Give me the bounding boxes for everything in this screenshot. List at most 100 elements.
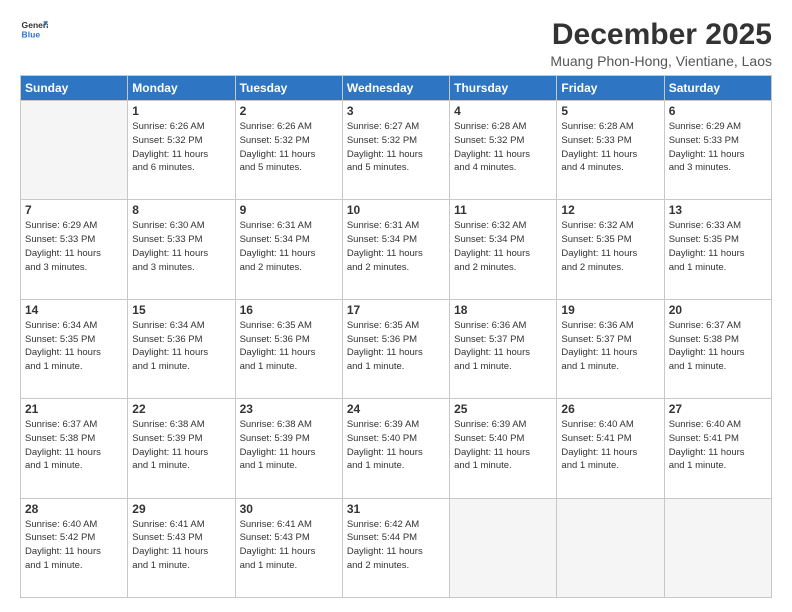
day-detail: Sunrise: 6:31 AM Sunset: 5:34 PM Dayligh… bbox=[347, 219, 445, 274]
day-number: 29 bbox=[132, 502, 230, 516]
day-detail: Sunrise: 6:39 AM Sunset: 5:40 PM Dayligh… bbox=[347, 418, 445, 473]
day-number: 31 bbox=[347, 502, 445, 516]
day-detail: Sunrise: 6:27 AM Sunset: 5:32 PM Dayligh… bbox=[347, 120, 445, 175]
day-cell: 9Sunrise: 6:31 AM Sunset: 5:34 PM Daylig… bbox=[235, 200, 342, 299]
day-number: 19 bbox=[561, 303, 659, 317]
day-detail: Sunrise: 6:28 AM Sunset: 5:32 PM Dayligh… bbox=[454, 120, 552, 175]
day-number: 15 bbox=[132, 303, 230, 317]
day-detail: Sunrise: 6:32 AM Sunset: 5:35 PM Dayligh… bbox=[561, 219, 659, 274]
day-detail: Sunrise: 6:41 AM Sunset: 5:43 PM Dayligh… bbox=[132, 518, 230, 573]
day-cell: 27 Sunrise: 6:40 AM Sunset: 5:41 PM Dayli… bbox=[664, 399, 771, 498]
col-wednesday: Wednesday bbox=[342, 76, 449, 101]
title-block: December 2025 Muang Phon-Hong, Vientiane… bbox=[550, 18, 772, 69]
day-detail: Sunrise: 6:40 AM Sunset: 5:42 PM Dayligh… bbox=[25, 518, 123, 573]
col-saturday: Saturday bbox=[664, 76, 771, 101]
day-cell bbox=[557, 498, 664, 597]
week-row-1: 7 Sunrise: 6:29 AM Sunset: 5:33 PM Daylig… bbox=[21, 200, 772, 299]
day-number: 20 bbox=[669, 303, 767, 317]
day-cell: 7 Sunrise: 6:29 AM Sunset: 5:33 PM Daylig… bbox=[21, 200, 128, 299]
day-number: 10 bbox=[347, 203, 445, 217]
day-cell: 20 Sunrise: 6:37 AM Sunset: 5:38 PM Dayli… bbox=[664, 299, 771, 398]
day-detail: Sunrise: 6:40 AM Sunset: 5:41 PM Dayligh… bbox=[669, 418, 767, 473]
day-cell: 25 Sunrise: 6:39 AM Sunset: 5:40 PM Dayli… bbox=[450, 399, 557, 498]
day-detail: Sunrise: 6:26 AM Sunset: 5:32 PM Dayligh… bbox=[132, 120, 230, 175]
day-detail: Sunrise: 6:33 AM Sunset: 5:35 PM Dayligh… bbox=[669, 219, 767, 274]
day-cell bbox=[21, 101, 128, 200]
day-cell: 17 Sunrise: 6:35 AM Sunset: 5:36 PM Dayli… bbox=[342, 299, 449, 398]
day-detail: Sunrise: 6:42 AM Sunset: 5:44 PM Dayligh… bbox=[347, 518, 445, 573]
day-cell: 16 Sunrise: 6:35 AM Sunset: 5:36 PM Dayli… bbox=[235, 299, 342, 398]
day-number: 24 bbox=[347, 402, 445, 416]
day-cell: 23 Sunrise: 6:38 AM Sunset: 5:39 PM Dayli… bbox=[235, 399, 342, 498]
day-cell: 14 Sunrise: 6:34 AM Sunset: 5:35 PM Dayli… bbox=[21, 299, 128, 398]
day-number: 23 bbox=[240, 402, 338, 416]
day-detail: Sunrise: 6:30 AM Sunset: 5:33 PM Dayligh… bbox=[132, 219, 230, 274]
day-detail: Sunrise: 6:31 AM Sunset: 5:34 PM Dayligh… bbox=[240, 219, 338, 274]
day-number: 7 bbox=[25, 203, 123, 217]
day-detail: Sunrise: 6:36 AM Sunset: 5:37 PM Dayligh… bbox=[561, 319, 659, 374]
day-number: 6 bbox=[669, 104, 767, 118]
day-cell: 28 Sunrise: 6:40 AM Sunset: 5:42 PM Dayli… bbox=[21, 498, 128, 597]
day-cell: 11 Sunrise: 6:32 AM Sunset: 5:34 PM Dayli… bbox=[450, 200, 557, 299]
week-row-0: 1 Sunrise: 6:26 AM Sunset: 5:32 PM Daylig… bbox=[21, 101, 772, 200]
day-cell: 13 Sunrise: 6:33 AM Sunset: 5:35 PM Dayli… bbox=[664, 200, 771, 299]
col-monday: Monday bbox=[128, 76, 235, 101]
day-number: 21 bbox=[25, 402, 123, 416]
day-number: 17 bbox=[347, 303, 445, 317]
day-number: 3 bbox=[347, 104, 445, 118]
logo-icon: General Blue bbox=[20, 18, 48, 40]
day-detail: Sunrise: 6:38 AM Sunset: 5:39 PM Dayligh… bbox=[132, 418, 230, 473]
day-cell: 12 Sunrise: 6:32 AM Sunset: 5:35 PM Dayli… bbox=[557, 200, 664, 299]
location: Muang Phon-Hong, Vientiane, Laos bbox=[550, 53, 772, 69]
day-number: 11 bbox=[454, 203, 552, 217]
day-cell: 26Sunrise: 6:40 AM Sunset: 5:41 PM Dayli… bbox=[557, 399, 664, 498]
day-detail: Sunrise: 6:26 AM Sunset: 5:32 PM Dayligh… bbox=[240, 120, 338, 175]
day-number: 28 bbox=[25, 502, 123, 516]
day-cell: 6Sunrise: 6:29 AM Sunset: 5:33 PM Daylig… bbox=[664, 101, 771, 200]
week-row-3: 21Sunrise: 6:37 AM Sunset: 5:38 PM Dayli… bbox=[21, 399, 772, 498]
day-detail: Sunrise: 6:29 AM Sunset: 5:33 PM Dayligh… bbox=[25, 219, 123, 274]
day-number: 30 bbox=[240, 502, 338, 516]
day-detail: Sunrise: 6:38 AM Sunset: 5:39 PM Dayligh… bbox=[240, 418, 338, 473]
page: General Blue December 2025 Muang Phon-Ho… bbox=[0, 0, 792, 612]
day-number: 16 bbox=[240, 303, 338, 317]
col-tuesday: Tuesday bbox=[235, 76, 342, 101]
day-cell: 19 Sunrise: 6:36 AM Sunset: 5:37 PM Dayli… bbox=[557, 299, 664, 398]
col-friday: Friday bbox=[557, 76, 664, 101]
day-cell bbox=[450, 498, 557, 597]
day-detail: Sunrise: 6:40 AM Sunset: 5:41 PM Dayligh… bbox=[561, 418, 659, 473]
day-cell: 15Sunrise: 6:34 AM Sunset: 5:36 PM Dayli… bbox=[128, 299, 235, 398]
day-number: 1 bbox=[132, 104, 230, 118]
day-cell: 18Sunrise: 6:36 AM Sunset: 5:37 PM Dayli… bbox=[450, 299, 557, 398]
day-number: 25 bbox=[454, 402, 552, 416]
week-row-2: 14 Sunrise: 6:34 AM Sunset: 5:35 PM Dayli… bbox=[21, 299, 772, 398]
day-number: 12 bbox=[561, 203, 659, 217]
day-detail: Sunrise: 6:32 AM Sunset: 5:34 PM Dayligh… bbox=[454, 219, 552, 274]
day-detail: Sunrise: 6:34 AM Sunset: 5:35 PM Dayligh… bbox=[25, 319, 123, 374]
day-cell: 24 Sunrise: 6:39 AM Sunset: 5:40 PM Dayli… bbox=[342, 399, 449, 498]
day-cell: 30 Sunrise: 6:41 AM Sunset: 5:43 PM Dayli… bbox=[235, 498, 342, 597]
day-cell: 4Sunrise: 6:28 AM Sunset: 5:32 PM Daylig… bbox=[450, 101, 557, 200]
day-cell: 1 Sunrise: 6:26 AM Sunset: 5:32 PM Daylig… bbox=[128, 101, 235, 200]
day-cell: 3 Sunrise: 6:27 AM Sunset: 5:32 PM Daylig… bbox=[342, 101, 449, 200]
day-detail: Sunrise: 6:39 AM Sunset: 5:40 PM Dayligh… bbox=[454, 418, 552, 473]
day-number: 27 bbox=[669, 402, 767, 416]
day-detail: Sunrise: 6:28 AM Sunset: 5:33 PM Dayligh… bbox=[561, 120, 659, 175]
day-cell: 29 Sunrise: 6:41 AM Sunset: 5:43 PM Dayli… bbox=[128, 498, 235, 597]
day-cell: 8Sunrise: 6:30 AM Sunset: 5:33 PM Daylig… bbox=[128, 200, 235, 299]
day-detail: Sunrise: 6:37 AM Sunset: 5:38 PM Dayligh… bbox=[669, 319, 767, 374]
day-cell: 22 Sunrise: 6:38 AM Sunset: 5:39 PM Dayli… bbox=[128, 399, 235, 498]
day-detail: Sunrise: 6:35 AM Sunset: 5:36 PM Dayligh… bbox=[240, 319, 338, 374]
day-cell: 21Sunrise: 6:37 AM Sunset: 5:38 PM Dayli… bbox=[21, 399, 128, 498]
day-cell: 5Sunrise: 6:28 AM Sunset: 5:33 PM Daylig… bbox=[557, 101, 664, 200]
logo: General Blue bbox=[20, 18, 48, 40]
day-cell bbox=[664, 498, 771, 597]
day-detail: Sunrise: 6:41 AM Sunset: 5:43 PM Dayligh… bbox=[240, 518, 338, 573]
day-number: 13 bbox=[669, 203, 767, 217]
calendar: Sunday Monday Tuesday Wednesday Thursday… bbox=[20, 75, 772, 598]
col-thursday: Thursday bbox=[450, 76, 557, 101]
day-cell: 2Sunrise: 6:26 AM Sunset: 5:32 PM Daylig… bbox=[235, 101, 342, 200]
day-detail: Sunrise: 6:35 AM Sunset: 5:36 PM Dayligh… bbox=[347, 319, 445, 374]
day-number: 14 bbox=[25, 303, 123, 317]
day-number: 22 bbox=[132, 402, 230, 416]
